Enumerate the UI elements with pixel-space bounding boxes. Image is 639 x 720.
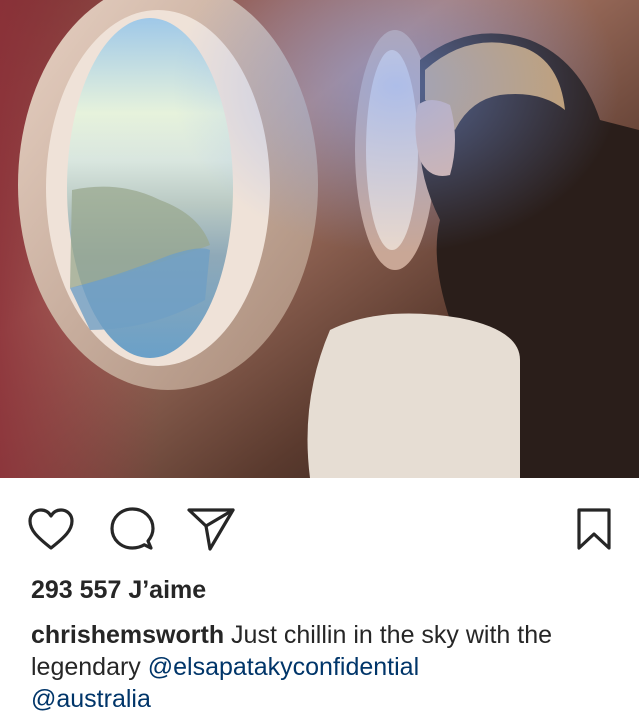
heart-outline-icon	[27, 507, 75, 551]
share-button[interactable]	[186, 504, 236, 554]
airplane-window-photo	[0, 0, 639, 478]
save-button[interactable]	[569, 504, 619, 554]
caption-username[interactable]: chrishemsworth	[31, 621, 224, 649]
comment-bubble-icon	[108, 505, 156, 553]
post-photo[interactable]	[0, 0, 639, 478]
bookmark-outline-icon	[576, 507, 612, 551]
action-bar	[0, 478, 639, 574]
caption-mention-elsapataky[interactable]: @elsapatakyconfidential	[148, 653, 419, 681]
likes-count[interactable]: 293 557 J’aime	[31, 574, 206, 606]
comment-button[interactable]	[107, 504, 157, 554]
like-button[interactable]	[26, 504, 76, 554]
post-caption: chrishemsworth Just chillin in the sky w…	[31, 619, 621, 715]
paper-plane-icon	[186, 506, 236, 552]
caption-mention-australia[interactable]: @australia	[31, 685, 151, 713]
